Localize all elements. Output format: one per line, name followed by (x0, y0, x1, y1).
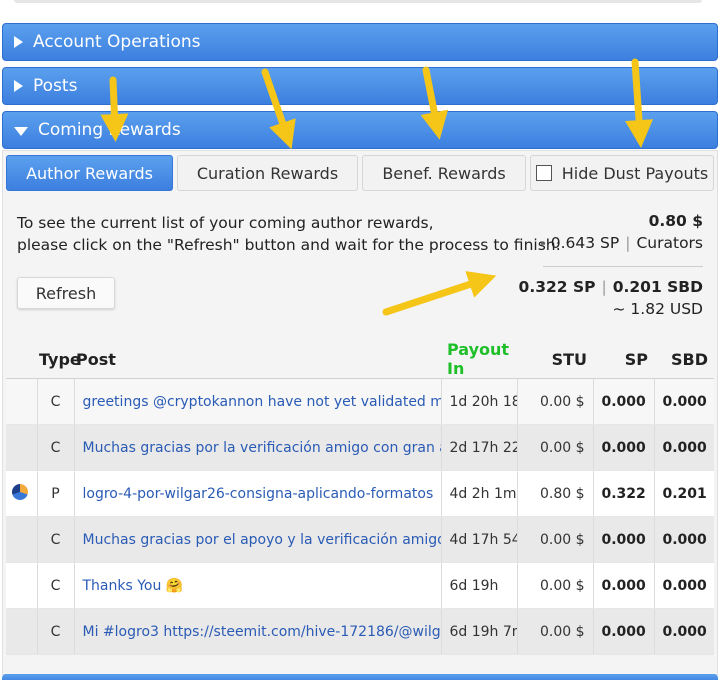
table-row[interactable]: C Muchas gracias por la verificación ami… (6, 424, 714, 471)
row-post-link[interactable]: logro-4-por-wilgar26-consigna-aplicando-… (73, 470, 441, 517)
instructions-line-1: To see the current list of your coming a… (17, 214, 434, 232)
row-sp: 0.000 (592, 424, 654, 471)
summary-usd: ~ 1.82 USD (613, 300, 703, 318)
hide-dust-payouts-toggle[interactable]: Hide Dust Payouts (530, 155, 714, 191)
refresh-button-label: Refresh (35, 283, 97, 303)
sbd-value: 0.201 SBD (612, 278, 703, 296)
row-stu: 0.00 $ (516, 378, 593, 425)
refresh-button[interactable]: Refresh (17, 277, 115, 309)
stu-column-header[interactable]: STU (517, 340, 593, 379)
row-sp: 0.000 (592, 516, 654, 563)
coming-rewards-label: Coming Rewards (38, 120, 181, 140)
row-icon-cell (6, 470, 37, 517)
icon-column-header (6, 340, 37, 379)
triangle-right-icon (14, 36, 23, 48)
table-row[interactable]: C Mi #logro3 https://steemit.com/hive-17… (6, 608, 714, 655)
row-type: C (36, 562, 74, 609)
row-post-link[interactable]: greetings @cryptokannon have not yet val… (73, 378, 441, 425)
tab-author-rewards[interactable]: Author Rewards (6, 155, 173, 191)
row-icon-cell (6, 516, 37, 563)
summary-sp-sbd: 0.322 SP | 0.201 SBD (518, 278, 703, 296)
post-column-header[interactable]: Post (74, 340, 441, 379)
next-section-header-edge (2, 674, 718, 680)
pie-chart-icon[interactable] (12, 483, 28, 500)
total-value: 0.80 $ (648, 212, 703, 230)
row-sbd: 0.201 (653, 470, 714, 517)
coming-rewards-header[interactable]: Coming Rewards (2, 111, 718, 149)
row-sbd: 0.000 (653, 562, 714, 609)
row-sbd: 0.000 (653, 516, 714, 563)
row-sbd: 0.000 (653, 424, 714, 471)
row-post-link[interactable]: Muchas gracias por el apoyo y la verific… (73, 516, 441, 563)
row-type: C (36, 608, 74, 655)
row-type: C (36, 378, 74, 425)
sbd-column-header[interactable]: SBD (654, 340, 714, 379)
table-row[interactable]: P logro-4-por-wilgar26-consigna-aplicand… (6, 470, 714, 517)
row-type: C (36, 424, 74, 471)
payout-in-column-header[interactable]: Payout In (441, 340, 517, 379)
tab-curation-rewards-label: Curation Rewards (196, 163, 339, 183)
summary-divider (543, 266, 703, 267)
instructions-line-2: please click on the "Refresh" button and… (17, 236, 561, 254)
checkbox-icon[interactable] (535, 165, 552, 181)
row-stu: 0.00 $ (516, 516, 593, 563)
row-sp: 0.000 (592, 378, 654, 425)
row-icon-cell (6, 424, 37, 471)
curators-label: Curators (636, 234, 703, 252)
row-payout-in: 6d 19h 7m (440, 608, 517, 655)
tab-author-rewards-label: Author Rewards (26, 163, 153, 183)
row-type: P (36, 470, 74, 517)
sp-value: 0.322 SP (518, 278, 596, 296)
top-bar (0, 0, 720, 20)
row-stu: 0.00 $ (516, 608, 593, 655)
table-row[interactable]: C Thanks You 🤗 6d 19h 0.00 $ 0.000 0.000 (6, 562, 714, 609)
tab-benef-rewards[interactable]: Benef. Rewards (362, 155, 526, 191)
curators-sp-value: - 0.643 SP (540, 234, 620, 252)
table-header-row: Type Post Payout In STU SP SBD (6, 340, 714, 379)
row-payout-in: 1d 20h 18m (440, 378, 517, 425)
row-sp: 0.000 (592, 608, 654, 655)
row-sp: 0.322 (592, 470, 654, 517)
row-post-link[interactable]: Thanks You 🤗 (73, 562, 441, 609)
row-icon-cell (6, 562, 37, 609)
row-stu: 0.00 $ (516, 424, 593, 471)
summary-curators: - 0.643 SP | Curators (540, 234, 703, 252)
row-icon-cell (6, 378, 37, 425)
summary-total: 0.80 $ (649, 212, 703, 230)
row-sp: 0.000 (592, 562, 654, 609)
triangle-right-icon (14, 80, 23, 92)
row-stu: 0.80 $ (516, 470, 593, 517)
row-payout-in: 2d 17h 22m (440, 424, 517, 471)
posts-header[interactable]: Posts (2, 67, 718, 105)
row-payout-in: 6d 19h (440, 562, 517, 609)
row-stu: 0.00 $ (516, 562, 593, 609)
hide-dust-payouts-label: Hide Dust Payouts (561, 163, 709, 183)
posts-label: Posts (33, 76, 78, 96)
type-column-header[interactable]: Type (37, 340, 81, 379)
tab-curation-rewards[interactable]: Curation Rewards (177, 155, 358, 191)
table-row[interactable]: C greetings @cryptokannon have not yet v… (6, 378, 714, 425)
row-post-link[interactable]: Muchas gracias por la verificación amigo… (73, 424, 441, 471)
rewards-table: Type Post Payout In STU SP SBD C greetin… (6, 340, 714, 655)
row-type: C (36, 516, 74, 563)
row-sbd: 0.000 (653, 608, 714, 655)
account-operations-header[interactable]: Account Operations (2, 23, 718, 61)
triangle-down-icon (14, 126, 28, 136)
table-row[interactable]: C Muchas gracias por el apoyo y la verif… (6, 516, 714, 563)
sp-column-header[interactable]: SP (593, 340, 654, 379)
row-payout-in: 4d 17h 54m (440, 516, 517, 563)
tab-benef-rewards-label: Benef. Rewards (382, 163, 506, 183)
instructions-text: To see the current list of your coming a… (17, 212, 561, 256)
row-icon-cell (6, 608, 37, 655)
row-sbd: 0.000 (653, 378, 714, 425)
row-payout-in: 4d 2h 1m (440, 470, 517, 517)
usd-value: ~ 1.82 USD (612, 300, 703, 318)
row-post-link[interactable]: Mi #logro3 https://steemit.com/hive-1721… (73, 608, 441, 655)
account-operations-label: Account Operations (33, 32, 201, 52)
